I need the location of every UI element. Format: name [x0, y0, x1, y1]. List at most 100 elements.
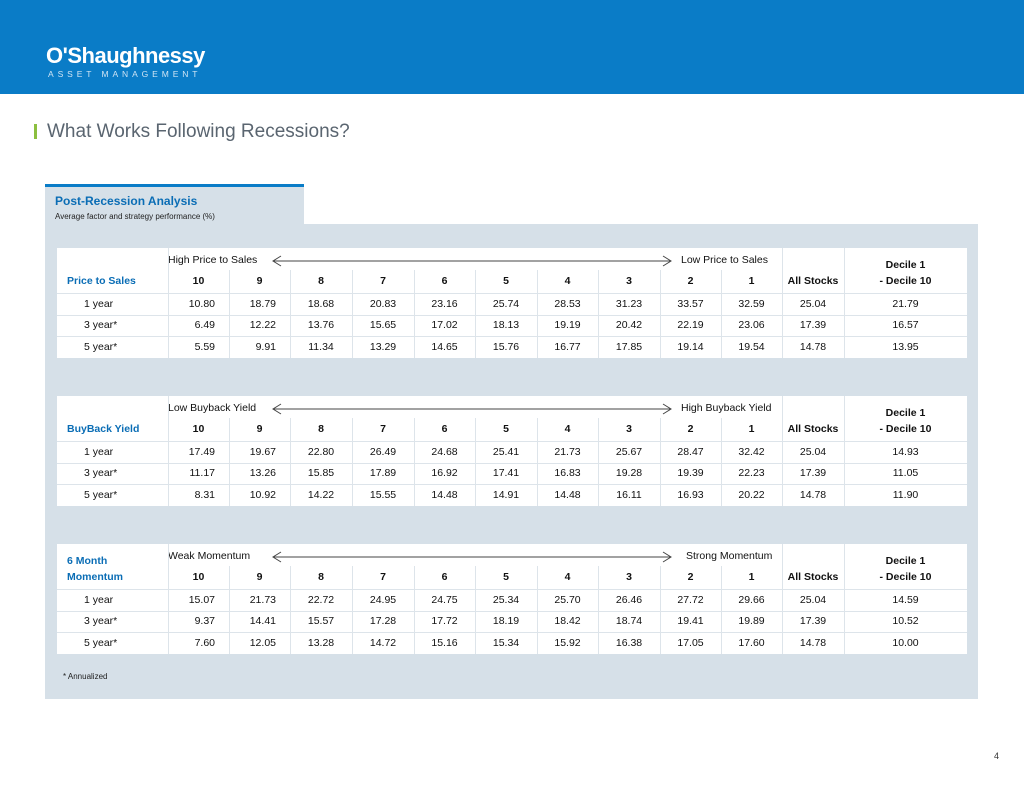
- column-header: 7: [380, 275, 386, 287]
- table-cell: 21.73: [554, 445, 581, 458]
- table-cell: 18.74: [615, 615, 643, 628]
- table-cell: 14.22: [307, 488, 335, 501]
- column-header: 4: [564, 423, 571, 435]
- table-name: BuyBack Yield: [67, 421, 139, 437]
- column-header: 2: [687, 423, 694, 435]
- table-cell: 10.92: [249, 488, 276, 501]
- column-header: 3: [626, 571, 632, 583]
- table-cell: 15.65: [369, 319, 397, 332]
- column-header: 1: [748, 275, 755, 287]
- table-cell: 14.72: [369, 636, 397, 649]
- table-row: 1 year 17.49 19.67 22.80 26.49 24.68 25.41 21.7…: [57, 441, 967, 463]
- performance-table: 6 Month Momentum Weak Momentum Strong Momen…: [57, 544, 967, 654]
- table-cell: 18.68: [307, 297, 335, 310]
- row-label: 5 year*: [84, 340, 118, 353]
- range-left-label: High Price to Sales: [168, 254, 258, 266]
- table-cell: 16.38: [615, 636, 643, 649]
- table-cell: 15.76: [492, 340, 520, 353]
- table-cell: 25.04: [799, 445, 827, 458]
- table-cell: 18.13: [492, 319, 520, 332]
- column-header: 3: [626, 423, 632, 435]
- table-cell: 23.06: [738, 319, 765, 332]
- table-cell: 24.68: [431, 445, 458, 458]
- row-label: 3 year*: [84, 319, 118, 332]
- table-cell: 17.02: [431, 319, 458, 332]
- table-cell: 15.07: [188, 593, 215, 606]
- table-cell: 15.92: [554, 636, 581, 649]
- table-cell: 25.67: [615, 445, 643, 458]
- row-label: 5 year*: [84, 636, 118, 649]
- table-cell: 28.53: [554, 297, 581, 310]
- column-header: All Stocks: [787, 275, 839, 287]
- row-label: 3 year*: [84, 615, 118, 628]
- table-cell: 12.05: [249, 636, 276, 649]
- table-cell: 15.55: [369, 488, 397, 501]
- table-name-line: Momentum: [67, 571, 123, 583]
- table-cell: 17.39: [799, 615, 827, 628]
- table-row: 3 year* 11.17 13.26 15.85 17.89 16.92 17.41 16.…: [57, 463, 967, 485]
- column-header: 5: [503, 571, 509, 583]
- table-cell: 18.19: [492, 615, 520, 628]
- title-accent-bar: [34, 124, 37, 139]
- table-cell: 9.37: [194, 615, 215, 628]
- table-cell: 8.31: [194, 488, 215, 501]
- table-cell: 16.92: [431, 467, 458, 480]
- performance-table: Price to Sales High Price to Sales Low Pri…: [57, 248, 967, 358]
- table-cell: 17.05: [677, 636, 704, 649]
- decile-header-line: Decile 1: [885, 259, 926, 271]
- table-cell: 16.83: [554, 467, 581, 480]
- table-cell: 19.89: [738, 615, 765, 628]
- page-title: What Works Following Recessions?: [47, 121, 350, 142]
- table-cell: 25.70: [554, 593, 581, 606]
- column-header: 8: [318, 571, 324, 583]
- column-header: All Stocks: [787, 423, 839, 435]
- table-cell: 15.16: [431, 636, 458, 649]
- range-left-label: Weak Momentum: [168, 550, 251, 562]
- table-cell: 14.78: [799, 636, 827, 649]
- range-right-label: High Buyback Yield: [681, 402, 772, 414]
- table-cell: 15.34: [492, 636, 520, 649]
- table-cell: 28.47: [677, 445, 704, 458]
- row-label: 1 year: [84, 593, 114, 606]
- table-cell: 16.11: [616, 488, 642, 501]
- table-cell: 26.46: [615, 593, 643, 606]
- row-label: 1 year: [84, 445, 114, 458]
- table-cell: 11.17: [189, 467, 216, 480]
- page-number: 4: [994, 751, 1000, 761]
- table-cell: 16.57: [892, 319, 919, 332]
- table-cell: 14.41: [249, 615, 276, 628]
- table-cell: 24.95: [369, 593, 397, 606]
- company-logo: O'Shaughnessy: [46, 43, 205, 68]
- column-header: 6: [441, 275, 448, 287]
- table-cell: 11.05: [892, 467, 919, 480]
- table-row: 3 year* 6.49 12.22 13.76 15.65 17.02 18.13 19.1…: [57, 315, 967, 337]
- column-header: 8: [318, 275, 324, 287]
- table-cell: 11.34: [308, 340, 334, 353]
- table-cell: 13.26: [249, 467, 276, 480]
- table-cell: 17.39: [799, 319, 827, 332]
- table-cell: 10.80: [188, 297, 215, 310]
- table-cell: 17.60: [738, 636, 765, 649]
- double-arrow-icon: [272, 255, 672, 267]
- table-row: 3 year* 9.37 14.41 15.57 17.28 17.72 18.19 18.4…: [57, 611, 967, 633]
- table-cell: 32.59: [738, 297, 765, 310]
- table-cell: 14.78: [799, 340, 827, 353]
- decile-header-line: - Decile 10: [879, 275, 932, 287]
- table-cell: 19.41: [677, 615, 704, 628]
- table-row: 5 year* 7.60 12.05 13.28 14.72 15.16 15.34 15.9…: [57, 632, 967, 654]
- table-name: 6 Month Momentum: [67, 553, 123, 585]
- table-cell: 17.89: [369, 467, 397, 480]
- table-cell: 5.59: [194, 340, 215, 353]
- decile-header-line: - Decile 10: [879, 571, 932, 583]
- table-cell: 19.39: [677, 467, 704, 480]
- table-cell: 19.19: [554, 319, 581, 332]
- column-header: 9: [256, 423, 263, 435]
- table-cell: 29.66: [738, 593, 765, 606]
- table-cell: 22.23: [738, 467, 765, 480]
- column-header: 2: [687, 571, 694, 583]
- table-row: 5 year* 8.31 10.92 14.22 15.55 14.48 14.91 14.4…: [57, 484, 967, 506]
- table-cell: 33.57: [677, 297, 704, 310]
- table-cell: 14.91: [492, 488, 520, 501]
- table-cell: 10.00: [892, 636, 919, 649]
- footnote: * Annualized: [63, 672, 108, 681]
